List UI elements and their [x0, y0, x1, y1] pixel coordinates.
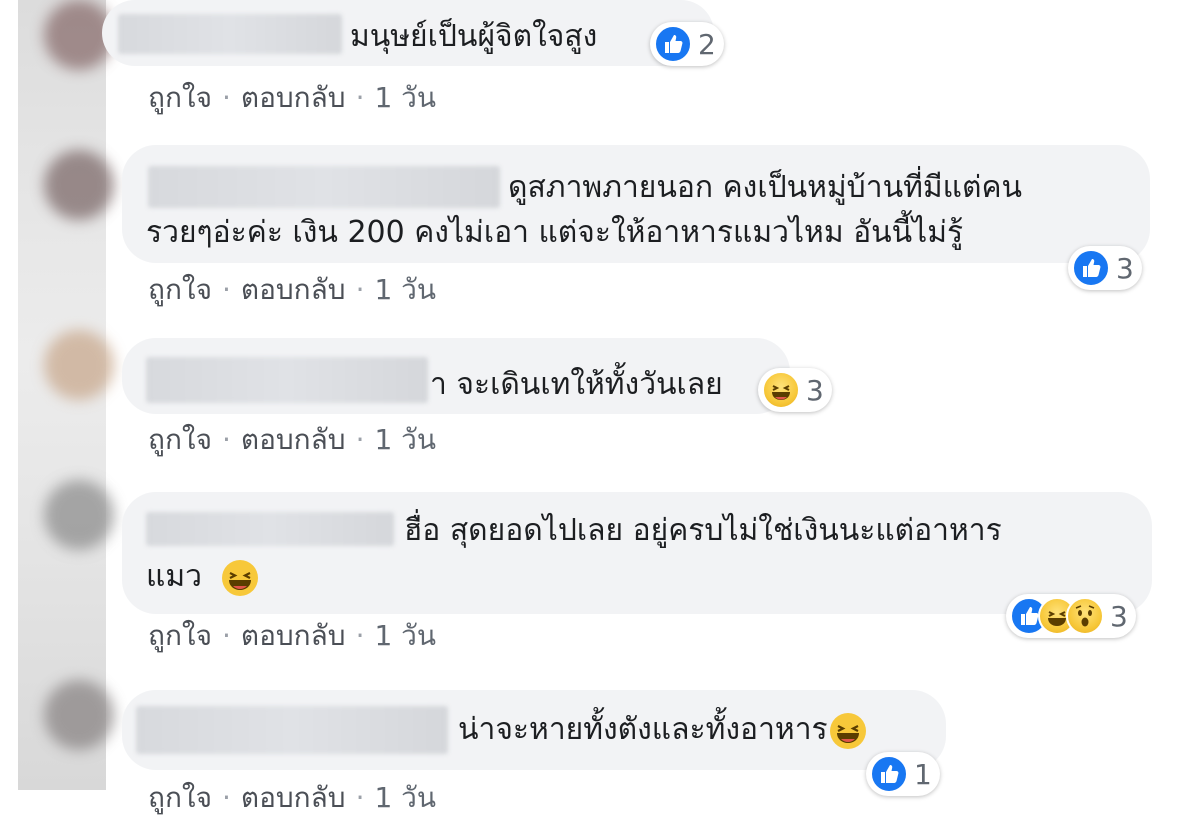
avatar[interactable]	[44, 150, 114, 220]
like-icon	[1072, 249, 1110, 287]
comment-actions: ถูกใจ · ตอบกลับ · 1 วัน	[148, 422, 436, 458]
timestamp[interactable]: 1 วัน	[374, 423, 436, 456]
commenter-name[interactable]	[146, 512, 394, 546]
timestamp[interactable]: 1 วัน	[374, 619, 436, 652]
commenter-name[interactable]	[146, 357, 428, 403]
reply-link[interactable]: ตอบกลับ	[241, 273, 346, 306]
like-link[interactable]: ถูกใจ	[148, 273, 212, 306]
reaction-summary[interactable]: 2	[650, 22, 724, 66]
avatar[interactable]	[44, 680, 114, 750]
reaction-summary[interactable]: 3	[758, 368, 832, 412]
comment-text: ดูสภาพภายนอก คงเป็นหมู่บ้านที่มีแต่คน	[508, 170, 1023, 205]
reply-link[interactable]: ตอบกลับ	[241, 781, 346, 814]
timestamp[interactable]: 1 วัน	[374, 781, 436, 814]
avatar[interactable]	[44, 330, 114, 400]
comment-text: ฮื่อ สุดยอดไปเลย อยู่ครบไม่ใช่เงินนะแต่อ…	[404, 513, 1002, 548]
commenter-name[interactable]	[118, 14, 342, 54]
separator: ·	[355, 273, 365, 306]
reaction-count: 3	[1110, 599, 1128, 633]
reaction-summary[interactable]: 3	[1068, 246, 1142, 290]
comment-actions: ถูกใจ · ตอบกลับ · 1 วัน	[148, 618, 436, 654]
separator: ·	[355, 619, 365, 652]
like-link[interactable]: ถูกใจ	[148, 781, 212, 814]
comment-text-line: แมว	[146, 559, 202, 594]
separator: ·	[221, 781, 231, 814]
like-link[interactable]: ถูกใจ	[148, 81, 212, 114]
avatar-column	[18, 0, 114, 790]
like-link[interactable]: ถูกใจ	[148, 423, 212, 456]
separator: ·	[221, 81, 231, 114]
comment-text: แมว	[146, 552, 260, 602]
comment-text-line: น่าจะหายทั้งตังและทั้งอาหาร	[458, 712, 828, 747]
separator: ·	[221, 273, 231, 306]
comment-text: รวยๆอ่ะค่ะ เงิน 200 คงไม่เอา แต่จะให้อาห…	[146, 215, 964, 250]
reaction-count: 3	[1116, 251, 1134, 285]
comment-actions: ถูกใจ · ตอบกลับ · 1 วัน	[148, 780, 436, 816]
separator: ·	[355, 423, 365, 456]
separator: ·	[221, 619, 231, 652]
reaction-summary[interactable]: 1	[866, 752, 940, 796]
separator: ·	[355, 781, 365, 814]
comment-text: า จะเดินเทให้ทั้งวันเลย	[430, 367, 723, 402]
comment-actions: ถูกใจ · ตอบกลับ · 1 วัน	[148, 80, 436, 116]
like-icon	[654, 25, 692, 63]
reply-link[interactable]: ตอบกลับ	[241, 81, 346, 114]
like-icon	[870, 755, 908, 793]
avatar[interactable]	[44, 480, 114, 550]
timestamp[interactable]: 1 วัน	[374, 81, 436, 114]
comment-actions: ถูกใจ · ตอบกลับ · 1 วัน	[148, 272, 436, 308]
haha-emoji	[220, 558, 260, 598]
reaction-count: 1	[914, 757, 932, 791]
haha-emoji	[828, 711, 868, 751]
reaction-summary[interactable]: 3	[1006, 594, 1136, 638]
timestamp[interactable]: 1 วัน	[374, 273, 436, 306]
commenter-name[interactable]	[148, 166, 500, 208]
like-link[interactable]: ถูกใจ	[148, 619, 212, 652]
wow-icon	[1066, 597, 1104, 635]
reaction-count: 3	[806, 373, 824, 407]
haha-icon	[762, 371, 800, 409]
comment-text: มนุษย์เป็นผู้จิตใจสูง	[350, 19, 598, 54]
reply-link[interactable]: ตอบกลับ	[241, 423, 346, 456]
separator: ·	[221, 423, 231, 456]
commenter-name[interactable]	[136, 706, 448, 754]
reply-link[interactable]: ตอบกลับ	[241, 619, 346, 652]
separator: ·	[355, 81, 365, 114]
comment-text: น่าจะหายทั้งตังและทั้งอาหาร	[458, 705, 868, 755]
reaction-count: 2	[698, 27, 716, 61]
